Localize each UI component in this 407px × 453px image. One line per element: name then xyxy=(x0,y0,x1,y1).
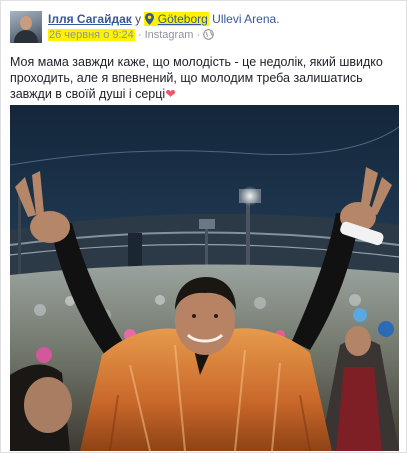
avatar-shoulders xyxy=(14,30,38,43)
map-pin-icon xyxy=(145,13,155,25)
location-venue-link[interactable]: Ullevi Arena. xyxy=(212,12,279,26)
avatar[interactable] xyxy=(10,11,42,43)
post-meta-line: 26 червня о 9:24 · Instagram · xyxy=(48,28,215,42)
location-preposition: у xyxy=(135,12,142,26)
globe-icon[interactable] xyxy=(203,29,215,40)
post-message: Моя мама завжди каже, що молодість - це … xyxy=(10,54,402,102)
post-photo[interactable] xyxy=(10,105,399,451)
location-highlight: Göteborg xyxy=(144,12,209,26)
facebook-post: Ілля Сагайдак у Göteborg Ullevi Arena. 2… xyxy=(0,0,407,453)
author-name-link[interactable]: Ілля Сагайдак xyxy=(48,12,132,26)
post-header: Ілля Сагайдак у Göteborg Ullevi Arena. 2… xyxy=(10,9,400,45)
location-city-link[interactable]: Göteborg xyxy=(158,12,208,26)
post-source: · Instagram · xyxy=(137,29,201,41)
concert-selfie-image xyxy=(10,105,399,451)
post-message-text: Моя мама завжди каже, що молодість - це … xyxy=(10,55,383,101)
post-timestamp-link[interactable]: 26 червня о 9:24 xyxy=(48,29,135,41)
heart-emoji: ❤ xyxy=(165,87,176,101)
avatar-head xyxy=(20,16,32,30)
post-title-line: Ілля Сагайдак у Göteborg Ullevi Arena. xyxy=(48,12,280,27)
